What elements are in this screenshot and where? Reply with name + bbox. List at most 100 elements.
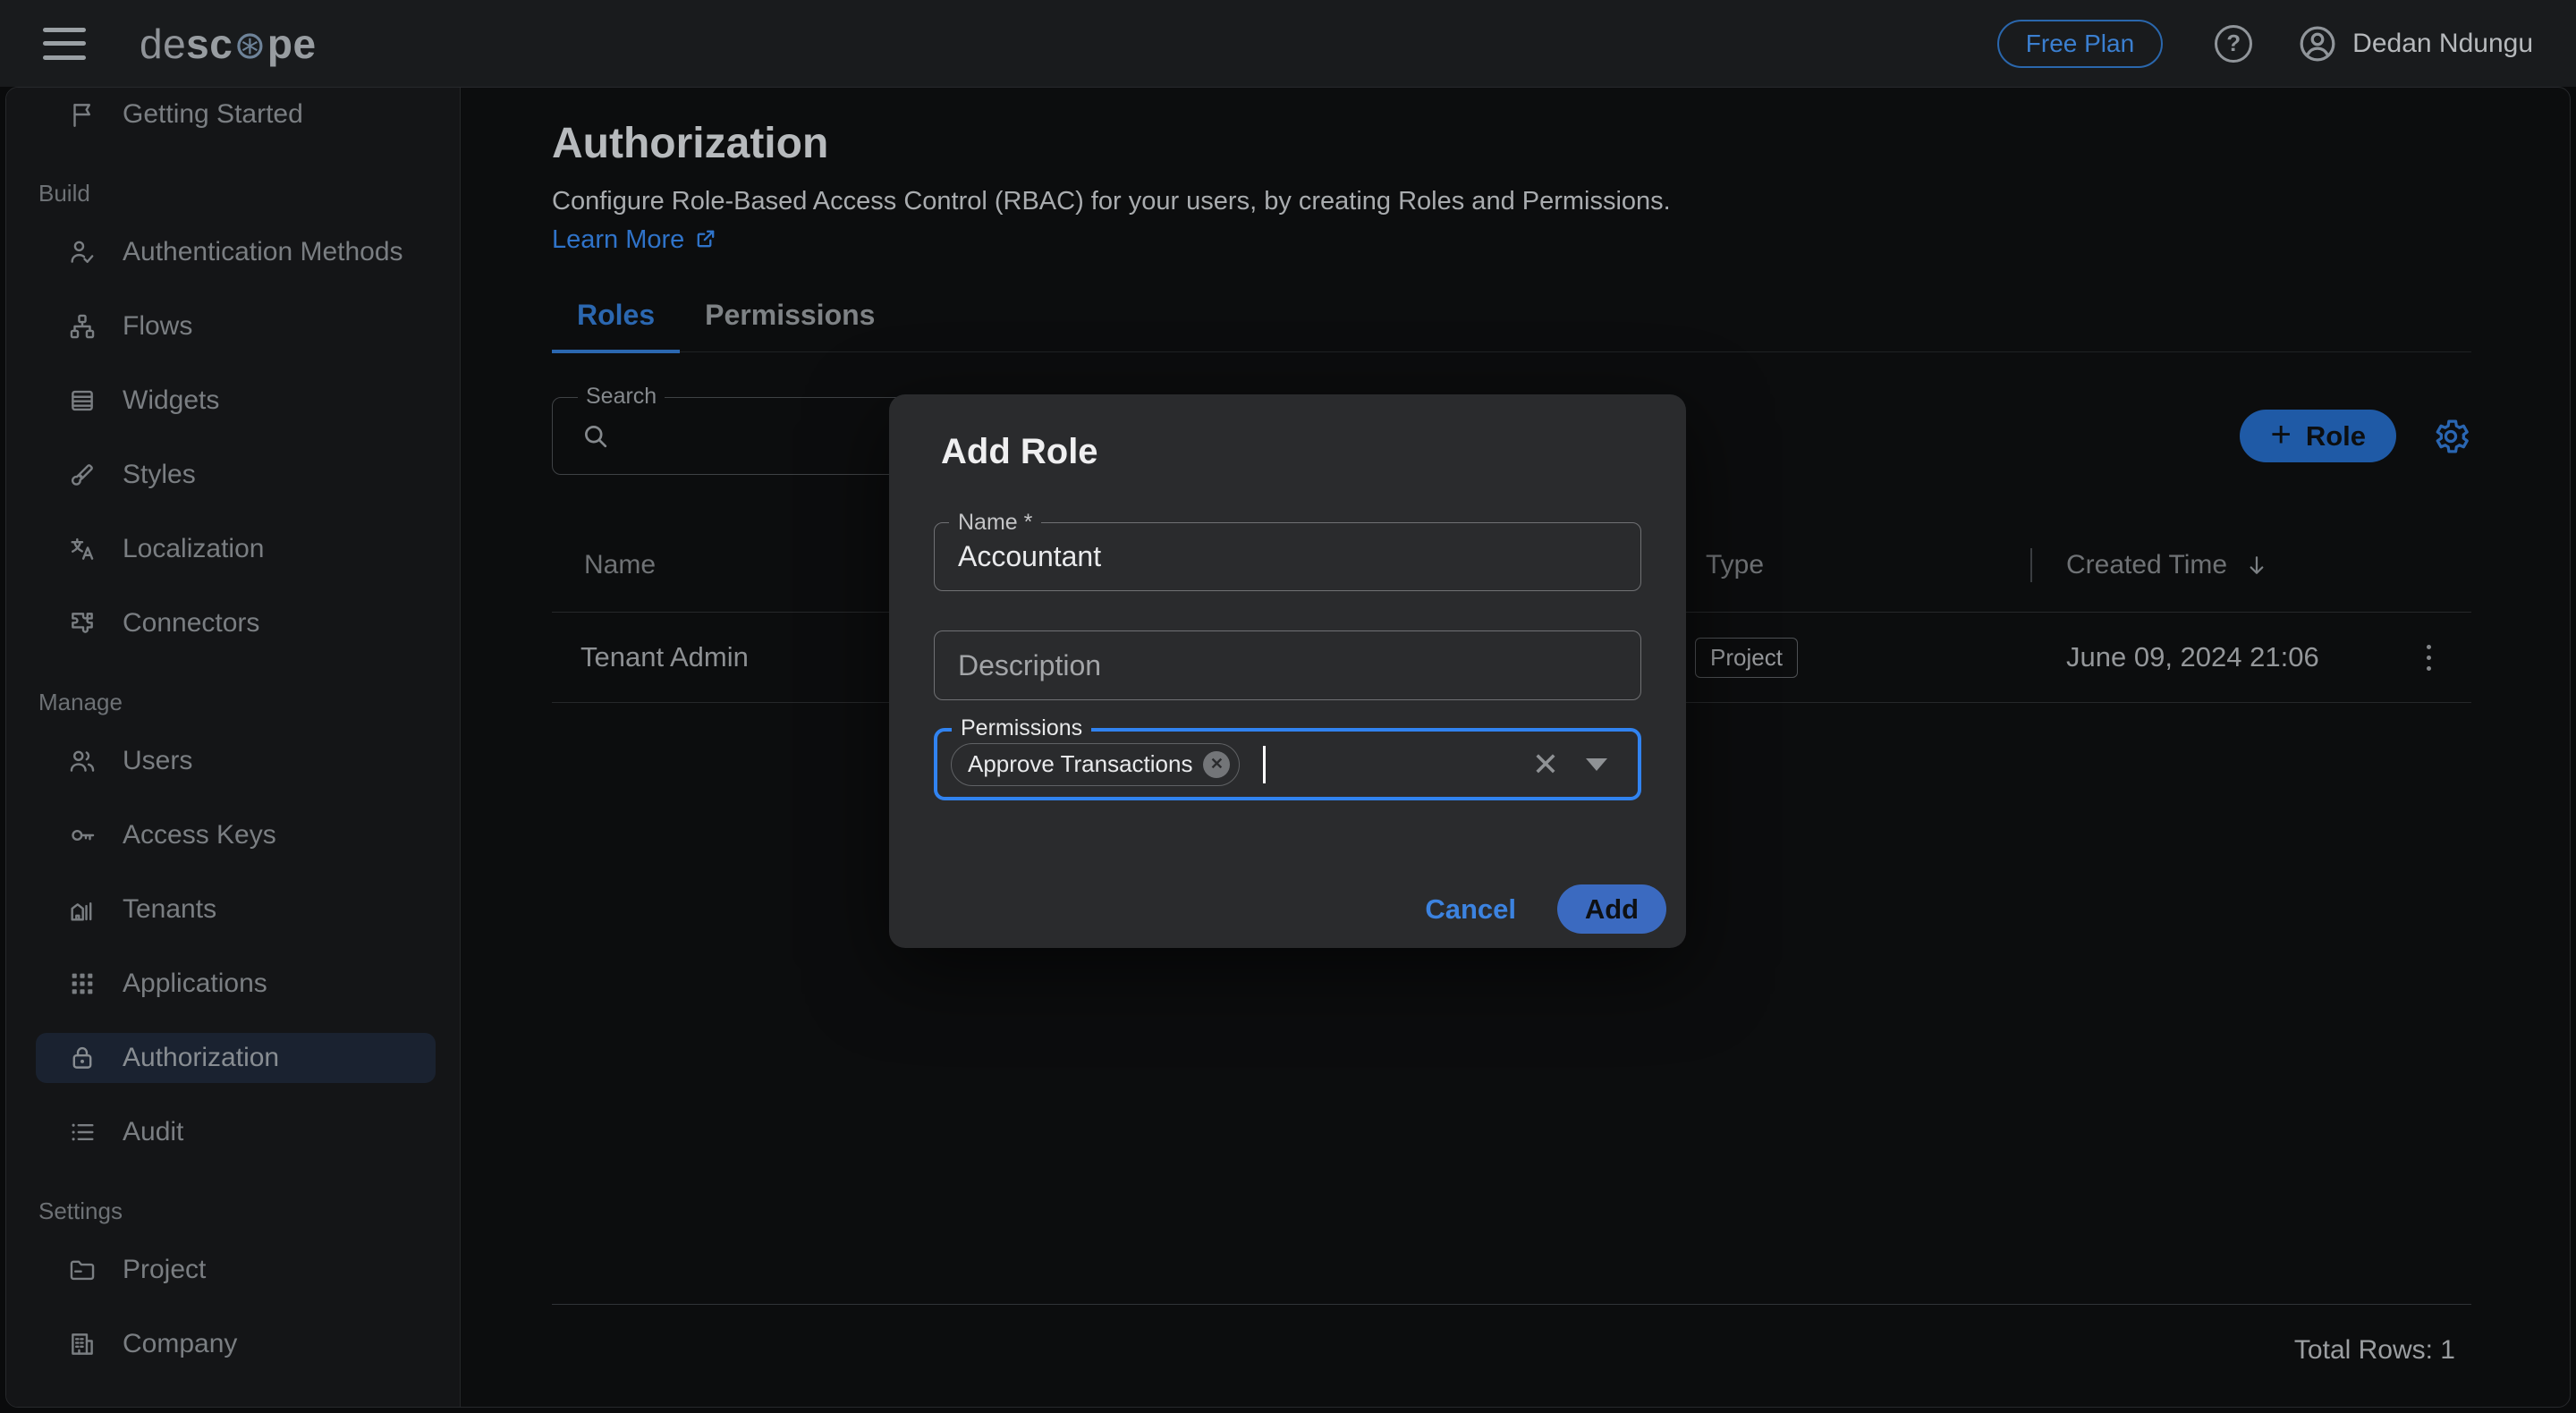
- permissions-field-label: Permissions: [952, 715, 1091, 741]
- column-header-type[interactable]: Type: [1706, 550, 2030, 580]
- name-field[interactable]: Name *: [934, 522, 1641, 591]
- add-role-button[interactable]: + Role: [2240, 410, 2396, 462]
- sidebar-section-manage: Manage: [38, 689, 436, 716]
- building-icon: [67, 1329, 97, 1359]
- flow-icon: [67, 311, 97, 342]
- permission-chip-label: Approve Transactions: [968, 750, 1192, 778]
- tab-bar: Roles Permissions: [552, 299, 2471, 352]
- sidebar-item-label: Styles: [123, 460, 196, 490]
- users-icon: [67, 746, 97, 776]
- logo-text: de: [140, 20, 186, 68]
- sidebar-item-authorization[interactable]: Authorization: [36, 1033, 436, 1083]
- grid-icon: [67, 969, 97, 999]
- dialog-title: Add Role: [941, 430, 1641, 473]
- lock-icon: [67, 1043, 97, 1073]
- total-rows-label: Total Rows: 1: [552, 1305, 2471, 1366]
- sidebar-item-label: Authorization: [123, 1043, 279, 1073]
- search-label: Search: [578, 384, 665, 410]
- sidebar-section-settings: Settings: [38, 1197, 436, 1225]
- sidebar-item-label: Flows: [123, 311, 192, 342]
- help-icon[interactable]: ?: [2215, 25, 2252, 63]
- brush-icon: [67, 460, 97, 490]
- page-description: Configure Role-Based Access Control (RBA…: [552, 182, 1701, 259]
- sidebar-item-applications[interactable]: Applications: [36, 959, 436, 1009]
- sidebar-item-widgets[interactable]: Widgets: [36, 376, 436, 426]
- audit-list-icon: [67, 1117, 97, 1147]
- key-icon: [67, 820, 97, 850]
- sidebar-item-label: Applications: [123, 969, 267, 999]
- puzzle-icon: [67, 608, 97, 639]
- cancel-button[interactable]: Cancel: [1425, 893, 1516, 926]
- sidebar-item-users[interactable]: Users: [36, 736, 436, 786]
- sidebar-item-styles[interactable]: Styles: [36, 450, 436, 500]
- toolbar-actions: + Role: [2240, 410, 2471, 462]
- gear-icon: [2430, 416, 2471, 457]
- sidebar-item-label: Company: [123, 1329, 237, 1359]
- learn-more-link[interactable]: Learn More: [552, 225, 718, 254]
- text-cursor: [1263, 746, 1266, 783]
- sidebar-item-authentication-methods[interactable]: Authentication Methods: [36, 227, 436, 277]
- sidebar-item-company[interactable]: Company: [36, 1319, 436, 1369]
- sidebar-item-label: Project: [123, 1255, 206, 1285]
- sidebar-item-label: Tenants: [123, 894, 216, 925]
- column-header-created-time[interactable]: Created Time: [2030, 550, 2385, 580]
- sidebar-item-label: Connectors: [123, 608, 259, 639]
- flag-icon: [67, 99, 97, 130]
- dialog-actions: Cancel Add: [1425, 884, 1666, 934]
- descope-logo: desc⊛pe: [140, 20, 317, 68]
- dropdown-arrow-icon[interactable]: [1586, 758, 1607, 771]
- sidebar-item-flows[interactable]: Flows: [36, 301, 436, 351]
- sidebar-item-label: Access Keys: [123, 820, 276, 850]
- permission-chip: Approve Transactions ✕: [951, 743, 1240, 786]
- sidebar-item-label: Localization: [123, 534, 264, 564]
- sidebar-item-localization[interactable]: Localization: [36, 524, 436, 574]
- tab-roles[interactable]: Roles: [552, 299, 680, 353]
- sidebar: Getting Started Build Authentication Met…: [6, 88, 461, 1407]
- folder-icon: [67, 1255, 97, 1285]
- tenants-icon: [67, 894, 97, 925]
- logo-o-icon: ⊛: [233, 23, 267, 68]
- menu-icon[interactable]: [43, 28, 86, 60]
- sidebar-item-label: Widgets: [123, 385, 219, 416]
- row-actions-cell: [2385, 639, 2471, 676]
- sidebar-item-connectors[interactable]: Connectors: [36, 598, 436, 648]
- created-time-cell: June 09, 2024 21:06: [2030, 641, 2385, 673]
- avatar-icon: [2297, 23, 2338, 64]
- description-input[interactable]: [935, 631, 1640, 699]
- sidebar-item-label: Users: [123, 746, 192, 776]
- permissions-field[interactable]: Permissions Approve Transactions ✕ ✕: [934, 728, 1641, 800]
- external-link-icon: [693, 226, 718, 251]
- tab-permissions[interactable]: Permissions: [680, 299, 900, 353]
- topbar: desc⊛pe Free Plan ? Dedan Ndungu: [0, 0, 2576, 87]
- sidebar-item-project[interactable]: Project: [36, 1245, 436, 1295]
- sidebar-item-access-keys[interactable]: Access Keys: [36, 810, 436, 860]
- search-icon: [580, 420, 612, 453]
- plan-badge[interactable]: Free Plan: [1997, 20, 2163, 68]
- name-field-label: Name *: [949, 510, 1041, 536]
- type-badge: Project: [1695, 638, 1798, 678]
- add-button[interactable]: Add: [1557, 884, 1666, 934]
- sidebar-item-label: Audit: [123, 1117, 183, 1147]
- description-field[interactable]: [934, 630, 1641, 700]
- page-description-text: Configure Role-Based Access Control (RBA…: [552, 187, 1671, 216]
- translate-icon: [67, 534, 97, 564]
- person-check-icon: [67, 237, 97, 267]
- sidebar-item-label: Authentication Methods: [123, 237, 403, 267]
- user-menu[interactable]: Dedan Ndungu: [2297, 23, 2533, 64]
- clear-all-icon[interactable]: ✕: [1532, 749, 1559, 781]
- sidebar-section-build: Build: [38, 180, 436, 207]
- sidebar-item-getting-started[interactable]: Getting Started: [36, 89, 436, 140]
- sidebar-item-tenants[interactable]: Tenants: [36, 884, 436, 935]
- widgets-icon: [67, 385, 97, 416]
- sidebar-item-label: Getting Started: [123, 99, 303, 130]
- role-type-cell: Project: [1706, 638, 2030, 678]
- kebab-menu-icon[interactable]: [2421, 639, 2436, 676]
- plus-icon: +: [2270, 417, 2291, 453]
- sort-desc-icon: [2243, 552, 2270, 579]
- table-settings-button[interactable]: [2430, 416, 2471, 457]
- page-title: Authorization: [552, 118, 2471, 170]
- add-role-dialog: Add Role Name * Permissions Approve Tran…: [889, 394, 1686, 948]
- sidebar-item-audit[interactable]: Audit: [36, 1107, 436, 1157]
- chip-delete-icon[interactable]: ✕: [1203, 751, 1230, 778]
- user-name: Dedan Ndungu: [2352, 29, 2533, 59]
